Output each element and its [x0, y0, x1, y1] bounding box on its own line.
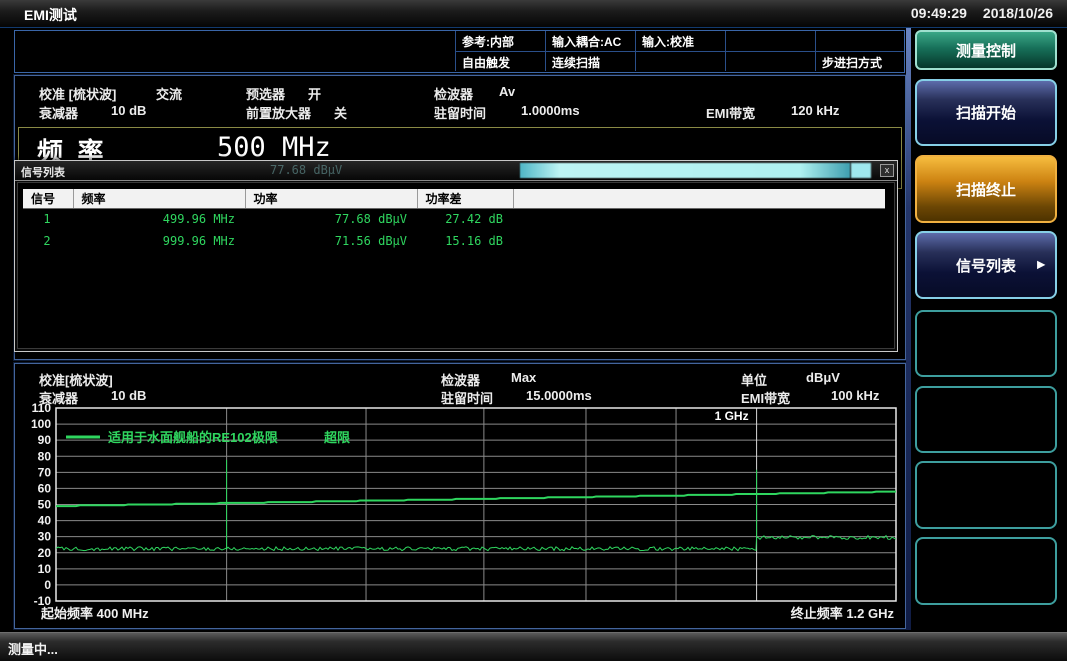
- chevron-right-icon: ▶: [1037, 260, 1045, 271]
- softkey-empty-3[interactable]: [915, 461, 1057, 529]
- preamp-value: 关: [334, 103, 347, 122]
- svg-text:50: 50: [38, 498, 52, 512]
- preselector-value: 开: [308, 84, 321, 103]
- svg-text:超限: 超限: [324, 430, 351, 445]
- svg-text:70: 70: [38, 465, 52, 479]
- svg-text:0: 0: [44, 578, 51, 592]
- preselector-label: 预选器: [246, 84, 285, 103]
- table-row[interactable]: 2 999.96 MHz 71.56 dBμV 15.16 dB: [23, 230, 885, 252]
- preamp-label: 前置放大器: [246, 103, 311, 122]
- signal-freq: 999.96 MHz: [73, 230, 245, 252]
- col-empty: [513, 189, 885, 208]
- close-icon[interactable]: x: [880, 164, 894, 177]
- time-text: 09:49:29: [911, 5, 967, 21]
- start-frequency-label: 起始频率 400 MHz: [41, 603, 149, 622]
- measurement-config-table: 参考:内部 输入耦合:AC 输入:校准 自由触发 连续扫描 步进扫方式: [14, 30, 905, 73]
- config-cell-empty: [15, 31, 455, 71]
- col-power[interactable]: 功率: [245, 189, 417, 208]
- clock-display: 09:49:29 2018/10/26: [895, 5, 1053, 21]
- detector-value: Av: [499, 84, 515, 99]
- titlebar-highlight-bar: [520, 163, 850, 178]
- titlebar-ghost-text: 77.68 dBμV: [270, 163, 342, 177]
- table-row[interactable]: 1 499.96 MHz 77.68 dBμV 27.42 dB: [23, 208, 885, 230]
- config-cell-empty: [725, 51, 815, 71]
- col-frequency[interactable]: 频率: [73, 189, 245, 208]
- signal-table: 信号 频率 功率 功率差 1 499.96 MHz 77.68 dBμV 27.…: [23, 189, 885, 252]
- config-cell-empty: [815, 31, 904, 51]
- svg-text:1 GHz: 1 GHz: [715, 409, 749, 423]
- sidebar-divider: [906, 28, 911, 630]
- spectrum-panel: 校准[梳状波] 检波器 Max 单位 dBμV 衰减器 10 dB 驻留时间 1…: [14, 363, 906, 629]
- signal-list-titlebar[interactable]: 信号列表 77.68 dBμV x: [15, 161, 897, 181]
- scan-stop-button[interactable]: 扫描终止: [915, 155, 1057, 223]
- config-sweep-mode: 连续扫描: [545, 51, 635, 71]
- status-text: 测量中...: [8, 639, 58, 658]
- signal-freq: 499.96 MHz: [73, 208, 245, 230]
- menu-header-measure-control: 测量控制: [915, 30, 1057, 70]
- cal-label: 校准 [梳状波]: [39, 84, 116, 103]
- signal-power: 77.68 dBμV: [245, 208, 417, 230]
- spectrum-chart: -1001020304050607080901001101 GHz适用于水面舰船…: [21, 401, 899, 607]
- svg-text:80: 80: [38, 449, 52, 463]
- frequency-value: 500 MHz: [217, 132, 331, 163]
- signal-diff: 15.16 dB: [417, 230, 513, 252]
- signal-list-button[interactable]: 信号列表 ▶: [915, 231, 1057, 299]
- dwell-label: 驻留时间: [434, 103, 486, 122]
- signal-power: 71.56 dBμV: [245, 230, 417, 252]
- signal-list-body: 信号 频率 功率 功率差 1 499.96 MHz 77.68 dBμV 27.…: [17, 182, 895, 349]
- svg-text:30: 30: [38, 530, 52, 544]
- signal-list-button-label: 信号列表: [956, 255, 1016, 276]
- status-bar: 测量中...: [0, 632, 1067, 661]
- cal-value: 交流: [156, 84, 182, 103]
- signal-diff: 27.42 dB: [417, 208, 513, 230]
- signal-table-header: 信号 频率 功率 功率差: [23, 189, 885, 208]
- emi-test-application: EMI测试 09:49:29 2018/10/26 参考:内部 输入耦合:AC 输…: [0, 0, 1067, 661]
- window-titlebar: EMI测试 09:49:29 2018/10/26: [0, 0, 1067, 28]
- svg-text:110: 110: [32, 401, 52, 415]
- emi-bw-value: 120 kHz: [791, 103, 839, 118]
- app-title: EMI测试: [24, 5, 77, 25]
- signal-list-title: 信号列表: [21, 164, 65, 180]
- config-step-sweep: 步进扫方式: [815, 51, 904, 71]
- svg-text:40: 40: [38, 514, 52, 528]
- unit-label: 单位: [741, 370, 767, 389]
- titlebar-highlight-blob: [851, 163, 871, 178]
- config-reference: 参考:内部: [455, 31, 545, 51]
- stop-frequency-label: 终止频率 1.2 GHz: [791, 603, 894, 622]
- svg-text:100: 100: [31, 417, 51, 431]
- config-trigger: 自由触发: [455, 51, 545, 71]
- date-text: 2018/10/26: [983, 5, 1053, 21]
- detector-label: 检波器: [434, 84, 473, 103]
- signal-index: 1: [23, 208, 73, 230]
- config-input-coupling: 输入耦合:AC: [545, 31, 635, 51]
- attenuator-label: 衰减器: [39, 103, 78, 122]
- softkey-empty-4[interactable]: [915, 537, 1057, 605]
- config-cell-empty: [635, 51, 725, 71]
- cal2-label: 校准[梳状波]: [39, 370, 113, 389]
- svg-text:90: 90: [38, 433, 52, 447]
- signal-index: 2: [23, 230, 73, 252]
- col-signal[interactable]: 信号: [23, 189, 73, 208]
- emi-bw-label: EMI带宽: [706, 103, 755, 122]
- config-cell-empty: [725, 31, 815, 51]
- svg-text:60: 60: [38, 481, 52, 495]
- col-power-diff[interactable]: 功率差: [417, 189, 513, 208]
- softkey-empty-2[interactable]: [915, 386, 1057, 453]
- scan-start-button[interactable]: 扫描开始: [915, 79, 1057, 146]
- svg-text:适用于水面舰船的RE102极限: 适用于水面舰船的RE102极限: [108, 430, 279, 445]
- svg-text:20: 20: [38, 546, 52, 560]
- svg-text:10: 10: [38, 562, 52, 576]
- signal-list-window: 信号列表 77.68 dBμV x 信号 频率 功率 功率差: [14, 160, 898, 352]
- detector2-label: 检波器: [441, 370, 480, 389]
- dwell-value: 1.0000ms: [521, 103, 580, 118]
- detector2-value: Max: [511, 370, 536, 385]
- softkey-empty-1[interactable]: [915, 310, 1057, 377]
- config-input: 输入:校准: [635, 31, 725, 51]
- unit-value: dBμV: [806, 370, 840, 385]
- attenuator-value: 10 dB: [111, 103, 146, 118]
